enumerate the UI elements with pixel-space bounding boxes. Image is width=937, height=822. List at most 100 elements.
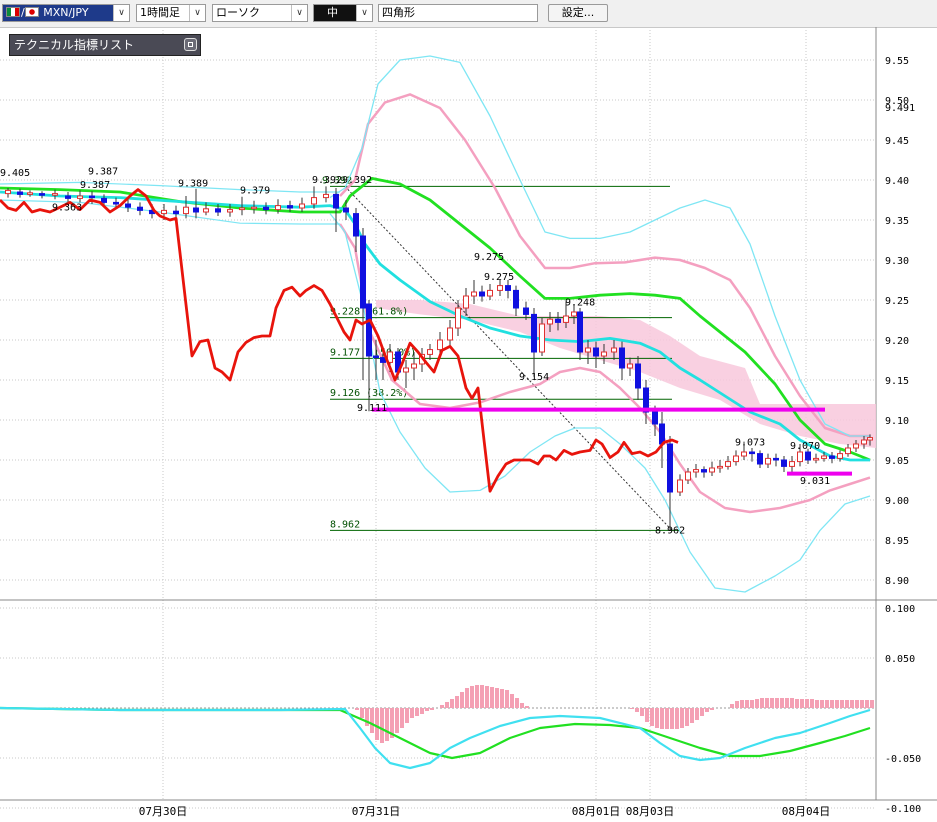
candle-body	[693, 469, 699, 473]
histogram-bar	[445, 702, 449, 708]
histogram-bar	[870, 700, 874, 708]
indicator-list-panel[interactable]: テクニカル指標リスト	[9, 34, 201, 56]
histogram-bar	[845, 700, 849, 708]
candle-body	[487, 289, 493, 297]
candle-body	[593, 347, 599, 357]
candle-body	[366, 303, 372, 357]
y-tick-label: 9.30	[885, 256, 909, 267]
histogram-bar	[735, 701, 739, 708]
histogram-bar	[460, 692, 464, 708]
histogram-bar	[760, 698, 764, 708]
histogram-bar	[750, 700, 754, 708]
histogram-bar	[510, 694, 514, 708]
histogram-bar	[490, 687, 494, 708]
price-chart[interactable]: 9.3929.228 (61.8%)9.177(50.0%)9.126 (38.…	[0, 27, 937, 822]
period-select[interactable]: 1時間足 ∨	[136, 4, 206, 22]
shape-field[interactable]: 四角形	[378, 4, 538, 22]
candle-body	[571, 311, 577, 317]
indicator-lines	[0, 55, 871, 593]
candle-body	[725, 461, 731, 467]
y-tick-label: 8.90	[885, 576, 909, 587]
candle-body	[447, 327, 453, 341]
histogram-bar	[805, 699, 809, 708]
histogram-bar	[810, 699, 814, 708]
candle-body	[455, 307, 461, 329]
candle-body	[709, 467, 715, 473]
x-tick-label: 08月03日	[626, 805, 675, 818]
candle-body	[797, 451, 803, 463]
candle-body	[853, 443, 859, 449]
histogram-bar	[800, 699, 804, 708]
price-annotation: 9.363	[52, 202, 82, 213]
candle-body	[89, 195, 95, 199]
histogram-bar	[710, 708, 714, 710]
histogram-bar	[835, 700, 839, 708]
chart-type-select[interactable]: ローソク ∨	[212, 4, 308, 22]
candle-body	[523, 307, 529, 315]
candle-body	[805, 451, 811, 461]
fib-label: 8.962	[330, 519, 360, 530]
oscillator	[0, 685, 874, 770]
candle-body	[585, 347, 591, 353]
currency-pair-select[interactable]: / MXN/JPY ∨	[2, 4, 130, 22]
candle-body	[601, 351, 607, 357]
candle-body	[215, 208, 221, 213]
candle-body	[77, 195, 83, 199]
candle-body	[411, 363, 417, 369]
histogram-bar	[815, 700, 819, 708]
chevron-down-icon[interactable]: ∨	[291, 5, 307, 21]
candle-body	[497, 285, 503, 291]
candle-body	[813, 457, 819, 461]
histogram-bar	[405, 708, 409, 723]
histogram-bar	[630, 708, 634, 709]
y-tick-label: 9.35	[885, 216, 909, 227]
price-annotation: 9.111	[357, 403, 387, 414]
y-tick-label: 9.10	[885, 416, 909, 427]
histogram-bar	[450, 699, 454, 708]
chevron-down-icon[interactable]: ∨	[189, 5, 205, 21]
price-annotation: 8.962	[655, 526, 685, 537]
histogram-bar	[410, 708, 414, 718]
y-tick-label: 9.55	[885, 56, 909, 67]
histogram-bar	[465, 688, 469, 708]
candle-body	[773, 457, 779, 461]
histogram-bar	[790, 698, 794, 708]
candle-body	[193, 207, 199, 213]
size-select[interactable]: 中 ∨	[313, 4, 373, 22]
candle-body	[837, 453, 843, 459]
candle-body	[239, 207, 245, 211]
price-annotation: 9.275	[484, 272, 514, 283]
maximize-icon[interactable]	[184, 38, 197, 51]
candle-body	[125, 203, 131, 208]
candle-body	[531, 313, 537, 353]
candle-body	[619, 347, 625, 369]
candle-body	[667, 443, 673, 493]
y-tick-label: 9.00	[885, 496, 909, 507]
settings-label: 設定...	[561, 6, 595, 19]
osc-tick-label: -0.050	[885, 754, 921, 765]
histogram-bar	[505, 690, 509, 708]
chevron-down-icon[interactable]: ∨	[356, 5, 372, 21]
settings-button[interactable]: 設定...	[548, 4, 608, 22]
y-tick-label: 9.20	[885, 336, 909, 347]
mexico-flag-icon	[6, 7, 20, 17]
chevron-down-icon[interactable]: ∨	[113, 5, 129, 21]
x-tick-label: 08月01日	[572, 805, 621, 818]
candle-body	[627, 363, 633, 369]
y-tick-label: 9.45	[885, 136, 909, 147]
histogram-bar	[825, 700, 829, 708]
histogram-bar	[430, 708, 434, 710]
size-label: 中	[327, 6, 338, 19]
y-tick-label: 8.95	[885, 536, 909, 547]
histogram-bar	[830, 700, 834, 708]
histogram-bar	[840, 700, 844, 708]
currency-pair-label: MXN/JPY	[43, 6, 89, 19]
candle-body	[343, 207, 349, 213]
histogram-bar	[695, 708, 699, 720]
candle-body	[659, 423, 665, 445]
candle-body	[5, 189, 11, 195]
candle-body	[611, 347, 617, 353]
histogram-bar	[485, 686, 489, 708]
shape-label: 四角形	[382, 6, 415, 19]
indicator-list-title: テクニカル指標リスト	[14, 38, 135, 52]
